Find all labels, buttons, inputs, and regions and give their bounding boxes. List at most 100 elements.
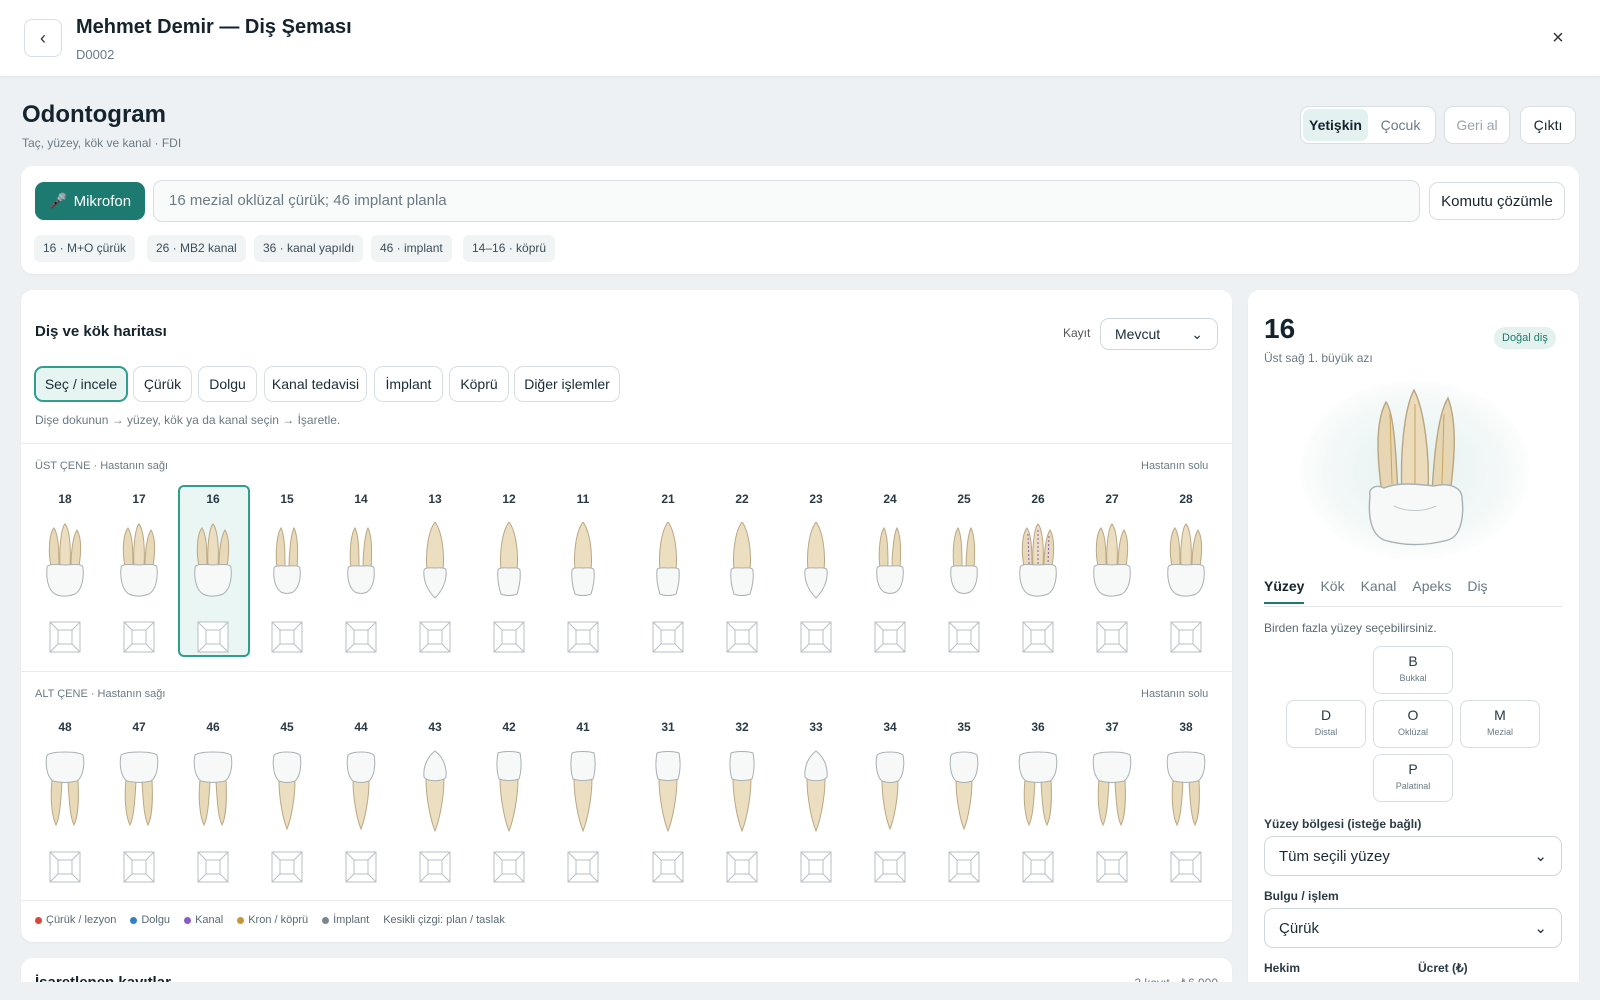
- child-mode-button[interactable]: Çocuk: [1368, 109, 1433, 141]
- tab-root[interactable]: Kök: [1320, 578, 1344, 604]
- surface-diagram-25[interactable]: [948, 621, 980, 653]
- surface-diagram-31[interactable]: [652, 851, 684, 883]
- surface-diagram-27[interactable]: [1096, 621, 1128, 653]
- tab-tooth[interactable]: Diş: [1467, 578, 1487, 604]
- tooth-24[interactable]: [860, 522, 920, 612]
- tooth-11[interactable]: [553, 521, 613, 612]
- surface-diagram-21[interactable]: [652, 621, 684, 653]
- tool-other[interactable]: Diğer işlemler: [514, 366, 620, 402]
- tooth-33[interactable]: [786, 749, 846, 839]
- tooth-27[interactable]: [1082, 522, 1142, 612]
- surface-diagram-14[interactable]: [345, 621, 377, 653]
- tool-filling[interactable]: Dolgu: [198, 366, 257, 402]
- tooth-43[interactable]: [405, 749, 465, 839]
- undo-button[interactable]: Geri al: [1444, 106, 1510, 144]
- microphone-button[interactable]: 🎤 Mikrofon: [35, 182, 145, 220]
- surface-diagram-22[interactable]: [726, 621, 758, 653]
- back-button[interactable]: ‹: [24, 19, 62, 57]
- tool-implant[interactable]: İmplant: [374, 366, 443, 402]
- surface-diagram-32[interactable]: [726, 851, 758, 883]
- region-select[interactable]: Tüm seçili yüzey ⌄: [1264, 836, 1562, 876]
- tooth-41[interactable]: [553, 749, 613, 839]
- surface-diagram-47[interactable]: [123, 851, 155, 883]
- command-chip[interactable]: 26 · MB2 kanal: [147, 235, 246, 262]
- tooth-32[interactable]: [712, 749, 772, 839]
- surface-diagram-17[interactable]: [123, 621, 155, 653]
- surface-diagram-45[interactable]: [271, 851, 303, 883]
- tooth-31[interactable]: [638, 749, 698, 839]
- record-select[interactable]: Mevcut ⌄: [1100, 318, 1218, 350]
- tool-select[interactable]: Seç / incele: [34, 366, 128, 402]
- tooth-17[interactable]: [109, 522, 169, 612]
- command-chip[interactable]: 46 · implant: [371, 235, 452, 262]
- tooth-number: 25: [957, 492, 971, 506]
- surface-diagram-13[interactable]: [419, 621, 451, 653]
- surface-diagram-24[interactable]: [874, 621, 906, 653]
- tooth-number: 16: [206, 492, 220, 506]
- surface-diagram-28[interactable]: [1170, 621, 1202, 653]
- tooth-37[interactable]: [1082, 749, 1142, 839]
- tab-surface[interactable]: Yüzey: [1264, 578, 1305, 604]
- tool-root-canal[interactable]: Kanal tedavisi: [264, 366, 367, 402]
- surface-diagram-43[interactable]: [419, 851, 451, 883]
- tooth-34[interactable]: [860, 749, 920, 839]
- tooth-15[interactable]: [257, 522, 317, 612]
- tool-caries[interactable]: Çürük: [133, 366, 192, 402]
- tooth-28[interactable]: [1156, 522, 1216, 612]
- surface-diagram-42[interactable]: [493, 851, 525, 883]
- command-input[interactable]: 16 mezial oklüzal çürük; 46 implant plan…: [153, 180, 1420, 222]
- surface-diagram-11[interactable]: [567, 621, 599, 653]
- surface-diagram-35[interactable]: [948, 851, 980, 883]
- tooth-36[interactable]: [1008, 749, 1068, 839]
- command-chip[interactable]: 14–16 · köprü: [463, 235, 556, 262]
- tooth-23[interactable]: [786, 521, 846, 612]
- tooth-13[interactable]: [405, 521, 465, 612]
- tooth-22[interactable]: [712, 521, 772, 612]
- tooth-26[interactable]: [1008, 522, 1068, 612]
- surface-diagram-36[interactable]: [1022, 851, 1054, 883]
- command-chip[interactable]: 16 · M+O çürük: [34, 235, 136, 262]
- surface-distal-button[interactable]: D Distal: [1286, 700, 1366, 748]
- tooth-44[interactable]: [331, 749, 391, 839]
- tooth-45[interactable]: [257, 749, 317, 839]
- surface-mesial-button[interactable]: M Mezial: [1460, 700, 1540, 748]
- surface-diagram-23[interactable]: [800, 621, 832, 653]
- tooth-18[interactable]: [35, 522, 95, 612]
- surface-diagram-44[interactable]: [345, 851, 377, 883]
- surface-diagram-41[interactable]: [567, 851, 599, 883]
- tooth-16[interactable]: [183, 522, 243, 612]
- tooth-46[interactable]: [183, 749, 243, 839]
- tool-bridge[interactable]: Köprü: [449, 366, 509, 402]
- tooth-47[interactable]: [109, 749, 169, 839]
- tooth-38[interactable]: [1156, 749, 1216, 839]
- tooth-48[interactable]: [35, 749, 95, 839]
- tooth-42[interactable]: [479, 749, 539, 839]
- surface-palatal-button[interactable]: P Palatinal: [1373, 754, 1453, 802]
- surface-buccal-button[interactable]: B Bukkal: [1373, 646, 1453, 694]
- tab-canal[interactable]: Kanal: [1361, 578, 1397, 604]
- tooth-21[interactable]: [638, 521, 698, 612]
- tooth-35[interactable]: [934, 749, 994, 839]
- tab-apex[interactable]: Apeks: [1412, 578, 1451, 604]
- surface-diagram-15[interactable]: [271, 621, 303, 653]
- exit-button[interactable]: Çıktı: [1520, 106, 1576, 144]
- close-icon[interactable]: ×: [1548, 28, 1568, 48]
- surface-diagram-34[interactable]: [874, 851, 906, 883]
- surface-diagram-38[interactable]: [1170, 851, 1202, 883]
- adult-mode-button[interactable]: Yetişkin: [1303, 109, 1368, 141]
- tooth-12[interactable]: [479, 521, 539, 612]
- surface-diagram-48[interactable]: [49, 851, 81, 883]
- surface-diagram-18[interactable]: [49, 621, 81, 653]
- finding-select[interactable]: Çürük ⌄: [1264, 908, 1562, 948]
- surface-diagram-16[interactable]: [197, 621, 229, 653]
- surface-diagram-46[interactable]: [197, 851, 229, 883]
- surface-diagram-12[interactable]: [493, 621, 525, 653]
- tooth-25[interactable]: [934, 522, 994, 612]
- tooth-14[interactable]: [331, 522, 391, 612]
- command-chip[interactable]: 36 · kanal yapıldı: [254, 235, 364, 262]
- surface-occlusal-button[interactable]: O Oklüzal: [1373, 700, 1453, 748]
- surface-diagram-26[interactable]: [1022, 621, 1054, 653]
- surface-diagram-33[interactable]: [800, 851, 832, 883]
- parse-command-button[interactable]: Komutu çözümle: [1429, 182, 1565, 220]
- surface-diagram-37[interactable]: [1096, 851, 1128, 883]
